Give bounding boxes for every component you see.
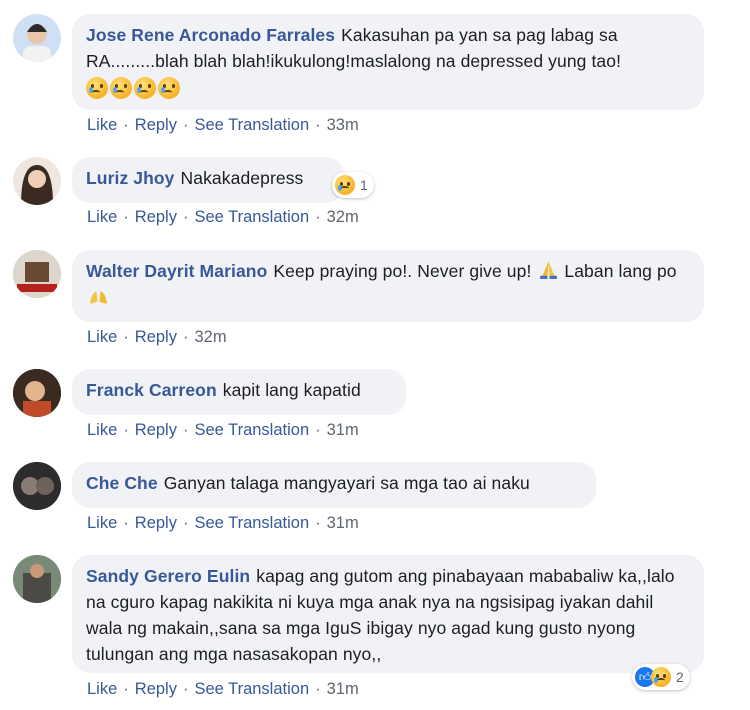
- comment-author[interactable]: Jose Rene Arconado Farrales: [86, 25, 335, 45]
- reaction-summary[interactable]: 1: [332, 172, 374, 198]
- comment-bubble: Che Che Ganyan talaga mangyayari sa mga t…: [72, 462, 596, 508]
- comment-text-continued: Laban lang po: [564, 261, 677, 281]
- comment-author[interactable]: Sandy Gerero Eulin: [86, 566, 250, 586]
- comment-actions: Like · Reply · See Translation · 31m: [87, 680, 359, 698]
- avatar[interactable]: [13, 462, 61, 510]
- comment-time[interactable]: 33m: [327, 116, 359, 134]
- like-link[interactable]: Like: [87, 116, 117, 134]
- comment-actions: Like · Reply · See Translation · 33m: [87, 116, 359, 134]
- comment-author[interactable]: Che Che: [86, 473, 158, 493]
- praying-hands-icon: [540, 261, 558, 279]
- comment-actions: Like · Reply · See Translation · 31m: [87, 421, 359, 439]
- see-translation-link[interactable]: See Translation: [194, 208, 309, 226]
- comment-actions: Like · Reply · 32m: [87, 328, 227, 346]
- like-link[interactable]: Like: [87, 208, 117, 226]
- avatar[interactable]: [13, 369, 61, 417]
- avatar[interactable]: [13, 14, 61, 62]
- comment-time[interactable]: 31m: [327, 680, 359, 698]
- comment-time[interactable]: 32m: [327, 208, 359, 226]
- comment-bubble: Luriz Jhoy Nakakadepress: [72, 157, 344, 203]
- comment-actions: Like · Reply · See Translation · 32m: [87, 208, 359, 226]
- sad-reaction-icon: [651, 667, 671, 687]
- comment-time[interactable]: 31m: [327, 514, 359, 532]
- reply-link[interactable]: Reply: [135, 328, 177, 346]
- raising-hands-icon: [90, 291, 107, 304]
- comment-bubble: Sandy Gerero Eulin kapag ang gutom ang pi…: [72, 555, 704, 673]
- comment-text: Keep praying po!. Never give up!: [273, 261, 532, 281]
- comment-text: Nakakadepress: [180, 168, 304, 188]
- reaction-count: 1: [360, 177, 368, 193]
- see-translation-link[interactable]: See Translation: [194, 680, 309, 698]
- comment-text: Ganyan talaga mangyayari sa mga tao ai n…: [163, 473, 530, 493]
- like-link[interactable]: Like: [87, 514, 117, 532]
- reply-link[interactable]: Reply: [135, 514, 177, 532]
- comment-actions: Like · Reply · See Translation · 31m: [87, 514, 359, 532]
- comment-time[interactable]: 31m: [327, 421, 359, 439]
- comment-author[interactable]: Luriz Jhoy: [86, 168, 175, 188]
- see-translation-link[interactable]: See Translation: [194, 116, 309, 134]
- comment-author[interactable]: Walter Dayrit Mariano: [86, 261, 267, 281]
- like-link[interactable]: Like: [87, 680, 117, 698]
- comment-bubble: Walter Dayrit Mariano Keep praying po!. N…: [72, 250, 704, 322]
- reply-link[interactable]: Reply: [135, 680, 177, 698]
- comment-bubble: Jose Rene Arconado Farrales Kakasuhan pa …: [72, 14, 704, 110]
- see-translation-link[interactable]: See Translation: [194, 514, 309, 532]
- see-translation-link[interactable]: See Translation: [194, 421, 309, 439]
- reaction-summary[interactable]: 👍︎ 2: [632, 664, 690, 690]
- reply-link[interactable]: Reply: [135, 421, 177, 439]
- comment-text: kapit lang kapatid: [222, 380, 361, 400]
- comment-author[interactable]: Franck Carreon: [86, 380, 217, 400]
- comment-time[interactable]: 32m: [194, 328, 226, 346]
- reply-link[interactable]: Reply: [135, 116, 177, 134]
- reaction-count: 2: [676, 669, 684, 685]
- reply-link[interactable]: Reply: [135, 208, 177, 226]
- like-link[interactable]: Like: [87, 328, 117, 346]
- sad-reaction-icon: [335, 175, 355, 195]
- avatar[interactable]: [13, 555, 61, 603]
- avatar[interactable]: [13, 250, 61, 298]
- like-link[interactable]: Like: [87, 421, 117, 439]
- crying-emoji-icon: [86, 77, 180, 100]
- comment-bubble: Franck Carreon kapit lang kapatid: [72, 369, 406, 415]
- avatar[interactable]: [13, 157, 61, 205]
